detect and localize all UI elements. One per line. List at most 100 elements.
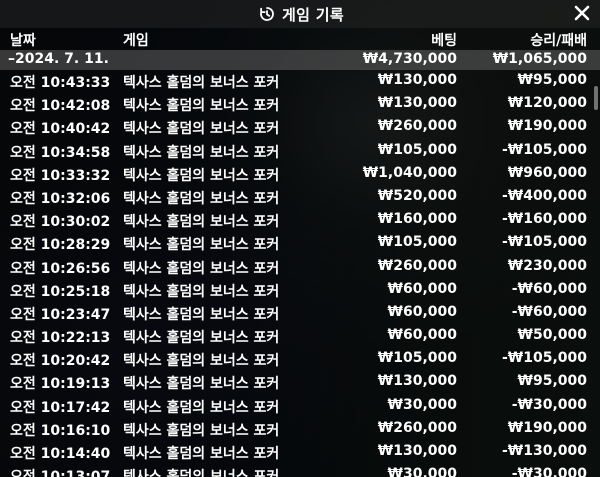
row-bet: ₩105,000 [377,234,457,251]
history-row[interactable]: 오전 10:20:42 텍사스 홀덤의 보너스 포커 ₩105,000 -₩10… [0,349,600,372]
row-time: 오전 10:42:08 [10,98,111,115]
row-result: ₩960,000 [507,164,587,181]
row-time: 오전 10:23:47 [10,306,111,323]
row-result: -₩105,000 [501,234,587,251]
row-game: 텍사스 홀덤의 보너스 포커 [123,422,280,439]
page-title: 게임 기록 [258,4,344,24]
row-bet: ₩60,000 [387,303,457,320]
row-time: 오전 10:17:42 [10,399,111,416]
row-bet: ₩260,000 [377,118,457,135]
history-row[interactable]: 오전 10:34:58 텍사스 홀덤의 보너스 포커 ₩105,000 -₩10… [0,141,600,164]
history-row[interactable]: 오전 10:26:56 텍사스 홀덤의 보너스 포커 ₩260,000 ₩230… [0,257,600,280]
history-list: 오전 10:43:33 텍사스 홀덤의 보너스 포커 ₩130,000 ₩95,… [0,71,600,477]
column-headers: 날짜 게임 베팅 승리/패배 [0,28,600,50]
daily-summary-row: –2024. 7. 11. ₩4,730,000 ₩1,065,000 [0,50,600,70]
history-row[interactable]: 오전 10:23:47 텍사스 홀덤의 보너스 포커 ₩60,000 -₩60,… [0,303,600,326]
panel-header: 게임 기록 [0,0,600,28]
history-row[interactable]: 오전 10:19:13 텍사스 홀덤의 보너스 포커 ₩130,000 ₩95,… [0,372,600,395]
row-time: 오전 10:25:18 [10,283,111,300]
row-time: 오전 10:40:42 [10,121,111,138]
history-row[interactable]: 오전 10:13:07 텍사스 홀덤의 보너스 포커 ₩30,000 -₩30,… [0,465,600,477]
row-game: 텍사스 홀덤의 보너스 포커 [123,214,280,231]
row-bet: ₩105,000 [377,141,457,158]
column-result-header: 승리/패배 [530,33,587,49]
history-row[interactable]: 오전 10:30:02 텍사스 홀덤의 보너스 포커 ₩160,000 -₩16… [0,210,600,233]
scrollbar[interactable] [594,86,598,110]
row-bet: ₩130,000 [377,95,457,112]
page-title-text: 게임 기록 [282,5,344,24]
row-result: ₩190,000 [507,419,587,436]
row-bet: ₩160,000 [377,211,457,228]
row-time: 오전 10:32:06 [10,190,111,207]
row-game: 텍사스 홀덤의 보너스 포커 [123,237,280,254]
row-game: 텍사스 홀덤의 보너스 포커 [123,98,280,115]
row-game: 텍사스 홀덤의 보너스 포커 [123,306,280,323]
row-bet: ₩30,000 [387,396,457,413]
row-result: -₩60,000 [511,280,587,297]
row-time: 오전 10:16:10 [10,422,111,439]
row-time: 오전 10:33:32 [10,167,111,184]
row-game: 텍사스 홀덤의 보너스 포커 [123,376,280,393]
row-time: 오전 10:34:58 [10,144,111,161]
row-time: 오전 10:28:29 [10,237,111,254]
summary-bet: ₩4,730,000 [362,51,457,67]
row-time: 오전 10:22:13 [10,330,111,347]
row-result: ₩190,000 [507,118,587,135]
row-game: 텍사스 홀덤의 보너스 포커 [123,121,280,138]
history-row[interactable]: 오전 10:43:33 텍사스 홀덤의 보너스 포커 ₩130,000 ₩95,… [0,71,600,94]
row-result: ₩95,000 [517,72,587,88]
history-icon [260,7,274,21]
close-button[interactable] [572,3,592,23]
column-date-header: 날짜 [10,33,36,49]
row-result: -₩30,000 [511,466,587,477]
row-time: 오전 10:14:40 [10,446,111,462]
row-time: 오전 10:19:13 [10,376,111,393]
row-bet: ₩130,000 [377,72,457,88]
row-result: ₩230,000 [507,257,587,274]
row-game: 텍사스 홀덤의 보너스 포커 [123,466,279,477]
row-result: -₩400,000 [501,187,587,204]
row-time: 오전 10:26:56 [10,260,111,277]
row-result: -₩160,000 [501,211,587,228]
row-bet: ₩60,000 [387,327,457,344]
history-row[interactable]: 오전 10:32:06 텍사스 홀덤의 보너스 포커 ₩520,000 -₩40… [0,187,600,210]
row-result: -₩105,000 [501,141,587,158]
row-bet: ₩260,000 [377,257,457,274]
row-game: 텍사스 홀덤의 보너스 포커 [123,144,280,161]
row-game: 텍사스 홀덤의 보너스 포커 [123,260,280,277]
history-row[interactable]: 오전 10:14:40 텍사스 홀덤의 보너스 포커 ₩130,000 -₩13… [0,442,600,465]
row-result: -₩30,000 [511,396,587,413]
game-history-panel: 게임 기록 날짜 게임 베팅 승리/패배 –2024. 7. 11. ₩4,73… [0,0,600,477]
row-time: 오전 10:13:07 [10,466,110,477]
row-game: 텍사스 홀덤의 보너스 포커 [123,283,280,300]
history-row[interactable]: 오전 10:28:29 텍사스 홀덤의 보너스 포커 ₩105,000 -₩10… [0,233,600,256]
row-game: 텍사스 홀덤의 보너스 포커 [123,167,280,184]
row-time: 오전 10:30:02 [10,214,111,231]
row-game: 텍사스 홀덤의 보너스 포커 [123,75,280,91]
row-result: ₩95,000 [517,373,587,390]
row-game: 텍사스 홀덤의 보너스 포커 [123,353,280,370]
history-row[interactable]: 오전 10:25:18 텍사스 홀덤의 보너스 포커 ₩60,000 -₩60,… [0,280,600,303]
row-bet: ₩130,000 [377,373,457,390]
row-time: 오전 10:43:33 [10,75,111,91]
row-game: 텍사스 홀덤의 보너스 포커 [123,399,280,416]
history-row[interactable]: 오전 10:17:42 텍사스 홀덤의 보너스 포커 ₩30,000 -₩30,… [0,396,600,419]
row-game: 텍사스 홀덤의 보너스 포커 [123,330,280,347]
row-bet: ₩260,000 [377,419,457,436]
row-result: ₩120,000 [507,95,587,112]
history-row[interactable]: 오전 10:42:08 텍사스 홀덤의 보너스 포커 ₩130,000 ₩120… [0,94,600,117]
row-bet: ₩105,000 [377,350,457,367]
history-row[interactable]: 오전 10:22:13 텍사스 홀덤의 보너스 포커 ₩60,000 ₩50,0… [0,326,600,349]
row-bet: ₩30,000 [387,466,457,477]
row-game: 텍사스 홀덤의 보너스 포커 [123,190,280,207]
row-game: 텍사스 홀덤의 보너스 포커 [123,446,280,462]
row-bet: ₩1,040,000 [362,164,457,181]
history-row[interactable]: 오전 10:16:10 텍사스 홀덤의 보너스 포커 ₩260,000 ₩190… [0,419,600,442]
history-row[interactable]: 오전 10:33:32 텍사스 홀덤의 보너스 포커 ₩1,040,000 ₩9… [0,164,600,187]
row-result: -₩130,000 [501,443,587,459]
summary-date: –2024. 7. 11. [8,51,109,67]
history-row[interactable]: 오전 10:40:42 텍사스 홀덤의 보너스 포커 ₩260,000 ₩190… [0,117,600,140]
column-bet-header: 베팅 [431,33,457,49]
row-bet: ₩520,000 [377,187,457,204]
row-bet: ₩60,000 [387,280,457,297]
